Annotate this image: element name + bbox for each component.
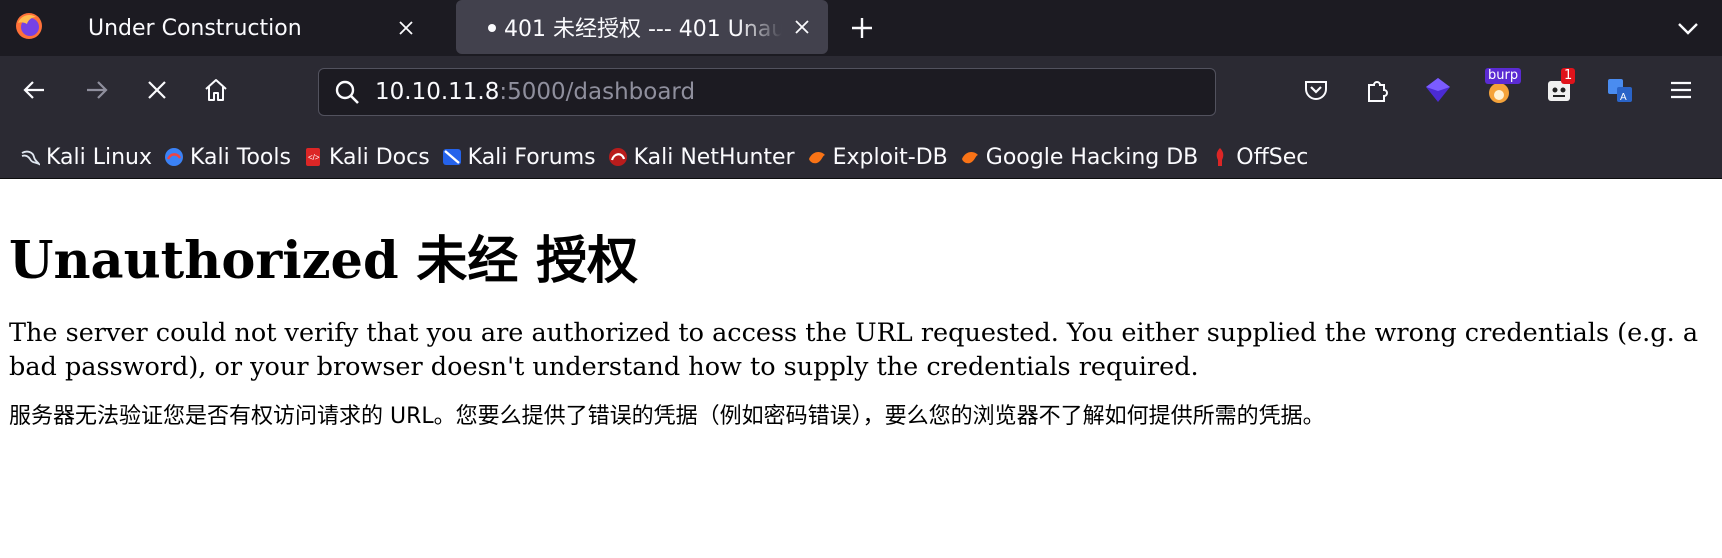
back-button[interactable] bbox=[17, 72, 53, 108]
bookmark-label: Kali Docs bbox=[328, 144, 430, 170]
tab-401-unauthorized[interactable]: 401 未经授权 --- 401 Unauthorized bbox=[456, 0, 828, 54]
svg-text:</>: </> bbox=[308, 153, 320, 162]
bookmark-kali-forums[interactable]: Kali Forums bbox=[436, 140, 602, 174]
bookmark-google-hacking-db[interactable]: Google Hacking DB bbox=[954, 140, 1204, 174]
kali-docs-icon: </> bbox=[305, 148, 320, 166]
page-heading: Unauthorized 未经 授权 bbox=[9, 231, 639, 291]
notification-count-badge: 1 bbox=[1561, 68, 1576, 84]
stop-x-icon bbox=[148, 81, 166, 99]
home-button[interactable] bbox=[198, 72, 234, 108]
bookmark-kali-linux[interactable]: Kali Linux bbox=[14, 140, 158, 174]
stop-loading-button[interactable] bbox=[139, 72, 175, 108]
kali-dragon-icon bbox=[21, 150, 40, 166]
url-path: :5000/dashboard bbox=[499, 79, 696, 105]
bookmark-label: Google Hacking DB bbox=[985, 144, 1199, 170]
forward-button[interactable] bbox=[78, 72, 114, 108]
bookmark-offsec[interactable]: OffSec bbox=[1204, 140, 1314, 174]
burp-extension-button[interactable]: burp bbox=[1481, 68, 1522, 108]
error-message-chinese: 服务器无法验证您是否有权访问请求的 URL。您要么提供了错误的凭据（例如密码错误… bbox=[9, 404, 1325, 429]
bookmark-label: Kali NetHunter bbox=[633, 144, 795, 170]
hamburger-menu-icon bbox=[1671, 81, 1691, 99]
kali-nethunter-icon bbox=[608, 148, 627, 166]
bookmark-label: Kali Linux bbox=[46, 144, 153, 170]
notifier-extension-button[interactable]: 1 bbox=[1541, 68, 1577, 108]
kali-forums-icon bbox=[442, 149, 461, 165]
url-bar[interactable]: 10.10.11.8:5000/dashboard bbox=[318, 68, 1216, 116]
bookmark-label: Kali Forums bbox=[467, 144, 596, 170]
error-message-english: The server could not verify that you are… bbox=[9, 318, 1699, 382]
firefox-logo-icon[interactable] bbox=[14, 11, 44, 41]
forward-arrow-icon bbox=[87, 81, 108, 99]
extensions-button[interactable] bbox=[1359, 72, 1395, 108]
page-content: Unauthorized 未经 授权 The server could not … bbox=[0, 179, 1722, 558]
tab-bar: Under Construction 401 未经授权 --- 401 Unau… bbox=[0, 0, 1722, 56]
purple-cube-icon bbox=[1426, 78, 1450, 102]
translate-icon: A bbox=[1608, 79, 1632, 103]
bookmark-kali-docs[interactable]: </> Kali Docs bbox=[297, 140, 436, 174]
bookmark-label: Exploit-DB bbox=[832, 144, 948, 170]
pocket-button[interactable] bbox=[1298, 72, 1334, 108]
bookmark-kali-nethunter[interactable]: Kali NetHunter bbox=[602, 140, 801, 174]
ghdb-icon bbox=[961, 151, 978, 164]
tab-close-button[interactable] bbox=[394, 16, 418, 40]
offsec-icon bbox=[1216, 148, 1224, 166]
navigation-toolbar: 10.10.11.8:5000/dashboard burp 1 A bbox=[0, 56, 1722, 136]
new-tab-plus-icon[interactable] bbox=[848, 14, 876, 42]
tab-under-construction[interactable]: Under Construction bbox=[66, 0, 440, 56]
back-arrow-icon bbox=[23, 81, 44, 99]
close-icon bbox=[399, 21, 413, 35]
bookmarks-toolbar: Kali Linux Kali Tools </> Kali Docs Kali… bbox=[0, 136, 1722, 179]
url-text[interactable]: 10.10.11.8:5000/dashboard bbox=[375, 79, 695, 105]
translate-extension-button[interactable]: A bbox=[1602, 72, 1638, 108]
search-icon bbox=[335, 80, 359, 104]
list-all-tabs-chevron-down-icon[interactable] bbox=[1674, 14, 1702, 42]
exploit-db-icon bbox=[808, 151, 825, 164]
close-icon bbox=[795, 20, 809, 34]
puzzle-piece-icon bbox=[1368, 81, 1388, 102]
burp-badge: burp bbox=[1485, 68, 1522, 84]
kali-tools-icon bbox=[165, 148, 184, 166]
tab-close-button[interactable] bbox=[790, 15, 814, 39]
bookmark-label: OffSec bbox=[1236, 144, 1309, 170]
bookmark-kali-tools[interactable]: Kali Tools bbox=[158, 140, 297, 174]
proxy-extension-button[interactable] bbox=[1420, 72, 1456, 108]
pocket-icon bbox=[1305, 81, 1327, 100]
tab-title: Under Construction bbox=[88, 15, 302, 41]
home-icon bbox=[205, 79, 227, 101]
bookmark-label: Kali Tools bbox=[190, 144, 291, 170]
tab-title: 401 未经授权 --- 401 Unauthorized bbox=[504, 17, 782, 42]
svg-text:A: A bbox=[1620, 92, 1627, 103]
app-menu-button[interactable] bbox=[1663, 72, 1699, 108]
bookmark-exploit-db[interactable]: Exploit-DB bbox=[801, 140, 954, 174]
url-host: 10.10.11.8 bbox=[375, 79, 500, 105]
